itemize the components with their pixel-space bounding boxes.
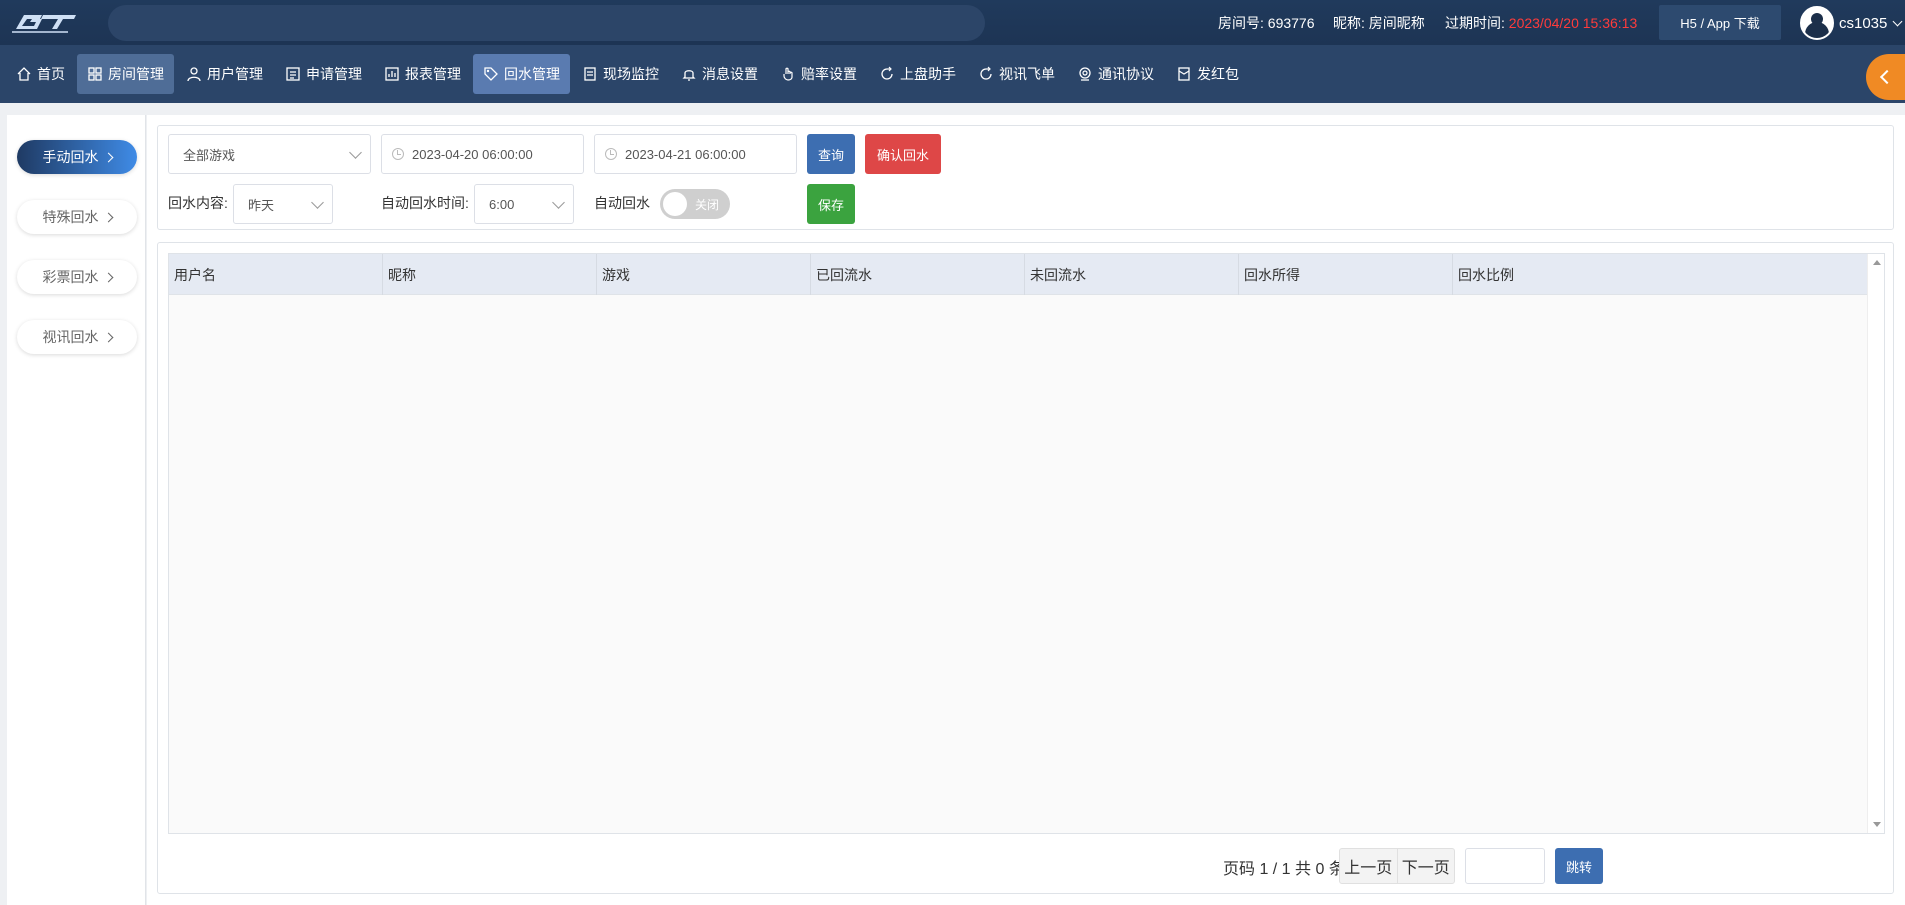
room-number: 房间号: 693776 xyxy=(1218,14,1315,31)
nav-item-red-packet[interactable]: 发红包 xyxy=(1166,54,1249,94)
home-icon xyxy=(16,66,32,82)
sidebar-item-special-rebate[interactable]: 特殊回水 xyxy=(17,200,137,234)
nav-item-odds[interactable]: 赔率设置 xyxy=(770,54,867,94)
chevron-right-icon xyxy=(103,212,113,222)
chevron-right-icon xyxy=(103,332,113,342)
sidebar: 手动回水 特殊回水 彩票回水 视讯回水 xyxy=(7,115,146,905)
nav-item-applications[interactable]: 申请管理 xyxy=(275,54,372,94)
hand-icon xyxy=(780,66,796,82)
redpacket-icon xyxy=(1176,66,1192,82)
jump-button[interactable]: 跳转 xyxy=(1555,848,1603,884)
clock-icon xyxy=(392,148,404,160)
table-panel: 用户名 昵称 游戏 已回流水 未回流水 回水所得 回水比例 页码 1 / 1 共… xyxy=(157,242,1894,894)
nav-item-video-orders[interactable]: 视讯飞单 xyxy=(968,54,1065,94)
auto-rebate-label: 自动回水 xyxy=(594,195,650,211)
game-select[interactable]: 全部游戏 xyxy=(168,134,371,174)
column-header-rebate-ratio[interactable]: 回水比例 xyxy=(1453,254,1867,295)
expire-time-value: 2023/04/20 15:36:13 xyxy=(1508,14,1638,31)
table-header: 用户名 昵称 游戏 已回流水 未回流水 回水所得 回水比例 xyxy=(169,254,1867,295)
confirm-rebate-button[interactable]: 确认回水 xyxy=(865,134,941,174)
column-header-username[interactable]: 用户名 xyxy=(169,254,383,295)
download-button[interactable]: H5 / App 下载 xyxy=(1659,5,1781,40)
user-menu[interactable]: cs1035 xyxy=(1800,6,1903,40)
chevron-right-icon xyxy=(103,272,113,282)
chevron-down-icon xyxy=(311,196,324,209)
monitor-icon xyxy=(582,66,598,82)
username: cs1035 xyxy=(1839,14,1888,32)
main-content: 全部游戏 2023-04-20 06:00:00 2023-04-21 06:0… xyxy=(147,115,1905,905)
sidebar-item-manual-rebate[interactable]: 手动回水 xyxy=(17,140,137,174)
grid-icon xyxy=(87,66,103,82)
page-number-input[interactable] xyxy=(1465,848,1545,884)
toggle-knob xyxy=(663,192,687,216)
prev-page-button[interactable]: 上一页 xyxy=(1340,849,1397,883)
user-icon xyxy=(186,66,202,82)
filter-panel: 全部游戏 2023-04-20 06:00:00 2023-04-21 06:0… xyxy=(157,125,1894,230)
bell-icon xyxy=(681,66,697,82)
form-icon xyxy=(285,66,301,82)
top-bar: 房间号: 693776 昵称: 房间昵称 过期时间: 2023/04/20 15… xyxy=(0,0,1905,45)
refresh-icon xyxy=(879,66,895,82)
auto-rebate-time-select[interactable]: 6:00 xyxy=(474,184,574,224)
chevron-right-icon xyxy=(103,152,113,162)
page-info: 页码 1 / 1 共 0 条 xyxy=(1223,861,1345,878)
room-nickname: 昵称: 房间昵称 xyxy=(1333,14,1425,31)
nav-item-room[interactable]: 房间管理 xyxy=(77,54,174,94)
search-bar[interactable] xyxy=(108,5,985,41)
scroll-down-icon[interactable] xyxy=(1873,822,1881,827)
column-header-game[interactable]: 游戏 xyxy=(597,254,811,295)
column-header-unrebated-flow[interactable]: 未回流水 xyxy=(1025,254,1239,295)
nav-item-users[interactable]: 用户管理 xyxy=(176,54,273,94)
sidebar-item-video-rebate[interactable]: 视讯回水 xyxy=(17,320,137,354)
column-header-nickname[interactable]: 昵称 xyxy=(383,254,597,295)
start-date-input[interactable]: 2023-04-20 06:00:00 xyxy=(381,134,584,174)
tag-icon xyxy=(483,66,499,82)
rebate-content-label: 回水内容: xyxy=(168,195,228,211)
collapse-toggle-button[interactable] xyxy=(1866,54,1905,100)
logo xyxy=(12,15,76,33)
end-date-input[interactable]: 2023-04-21 06:00:00 xyxy=(594,134,797,174)
nav-item-protocol[interactable]: 通讯协议 xyxy=(1067,54,1164,94)
chevron-down-icon xyxy=(349,146,362,159)
vertical-scrollbar[interactable] xyxy=(1867,254,1884,833)
scroll-up-icon[interactable] xyxy=(1873,260,1881,265)
nav-item-home[interactable]: 首页 xyxy=(6,54,75,94)
nav-item-monitor[interactable]: 现场监控 xyxy=(572,54,669,94)
nav-item-rebate[interactable]: 回水管理 xyxy=(473,54,570,94)
avatar xyxy=(1800,6,1834,40)
auto-rebate-toggle[interactable]: 关闭 xyxy=(660,189,730,219)
clock-icon xyxy=(605,148,617,160)
column-header-rebated-flow[interactable]: 已回流水 xyxy=(811,254,1025,295)
webcam-icon xyxy=(1077,66,1093,82)
chevron-down-icon xyxy=(552,196,565,209)
chevron-left-icon xyxy=(1879,69,1895,85)
nav-item-betting-assistant[interactable]: 上盘助手 xyxy=(869,54,966,94)
rebate-content-select[interactable]: 昨天 xyxy=(233,184,333,224)
query-button[interactable]: 查询 xyxy=(807,134,855,174)
nav-item-reports[interactable]: 报表管理 xyxy=(374,54,471,94)
pagination: 上一页 下一页 xyxy=(1339,848,1455,884)
data-table: 用户名 昵称 游戏 已回流水 未回流水 回水所得 回水比例 xyxy=(168,253,1885,834)
auto-rebate-time-label: 自动回水时间: xyxy=(381,195,469,211)
expire-time: 过期时间: 2023/04/20 15:36:13 xyxy=(1445,14,1638,31)
main-nav: 首页 房间管理 用户管理 申请管理 报表管理 回水管理 现场监控 消息设置 赔率… xyxy=(0,45,1905,103)
sidebar-item-lottery-rebate[interactable]: 彩票回水 xyxy=(17,260,137,294)
report-icon xyxy=(384,66,400,82)
refresh-icon xyxy=(978,66,994,82)
save-button[interactable]: 保存 xyxy=(807,184,855,224)
next-page-button[interactable]: 下一页 xyxy=(1396,849,1455,883)
chevron-down-icon xyxy=(1892,16,1903,26)
column-header-rebate-amount[interactable]: 回水所得 xyxy=(1239,254,1453,295)
nav-item-messages[interactable]: 消息设置 xyxy=(671,54,768,94)
